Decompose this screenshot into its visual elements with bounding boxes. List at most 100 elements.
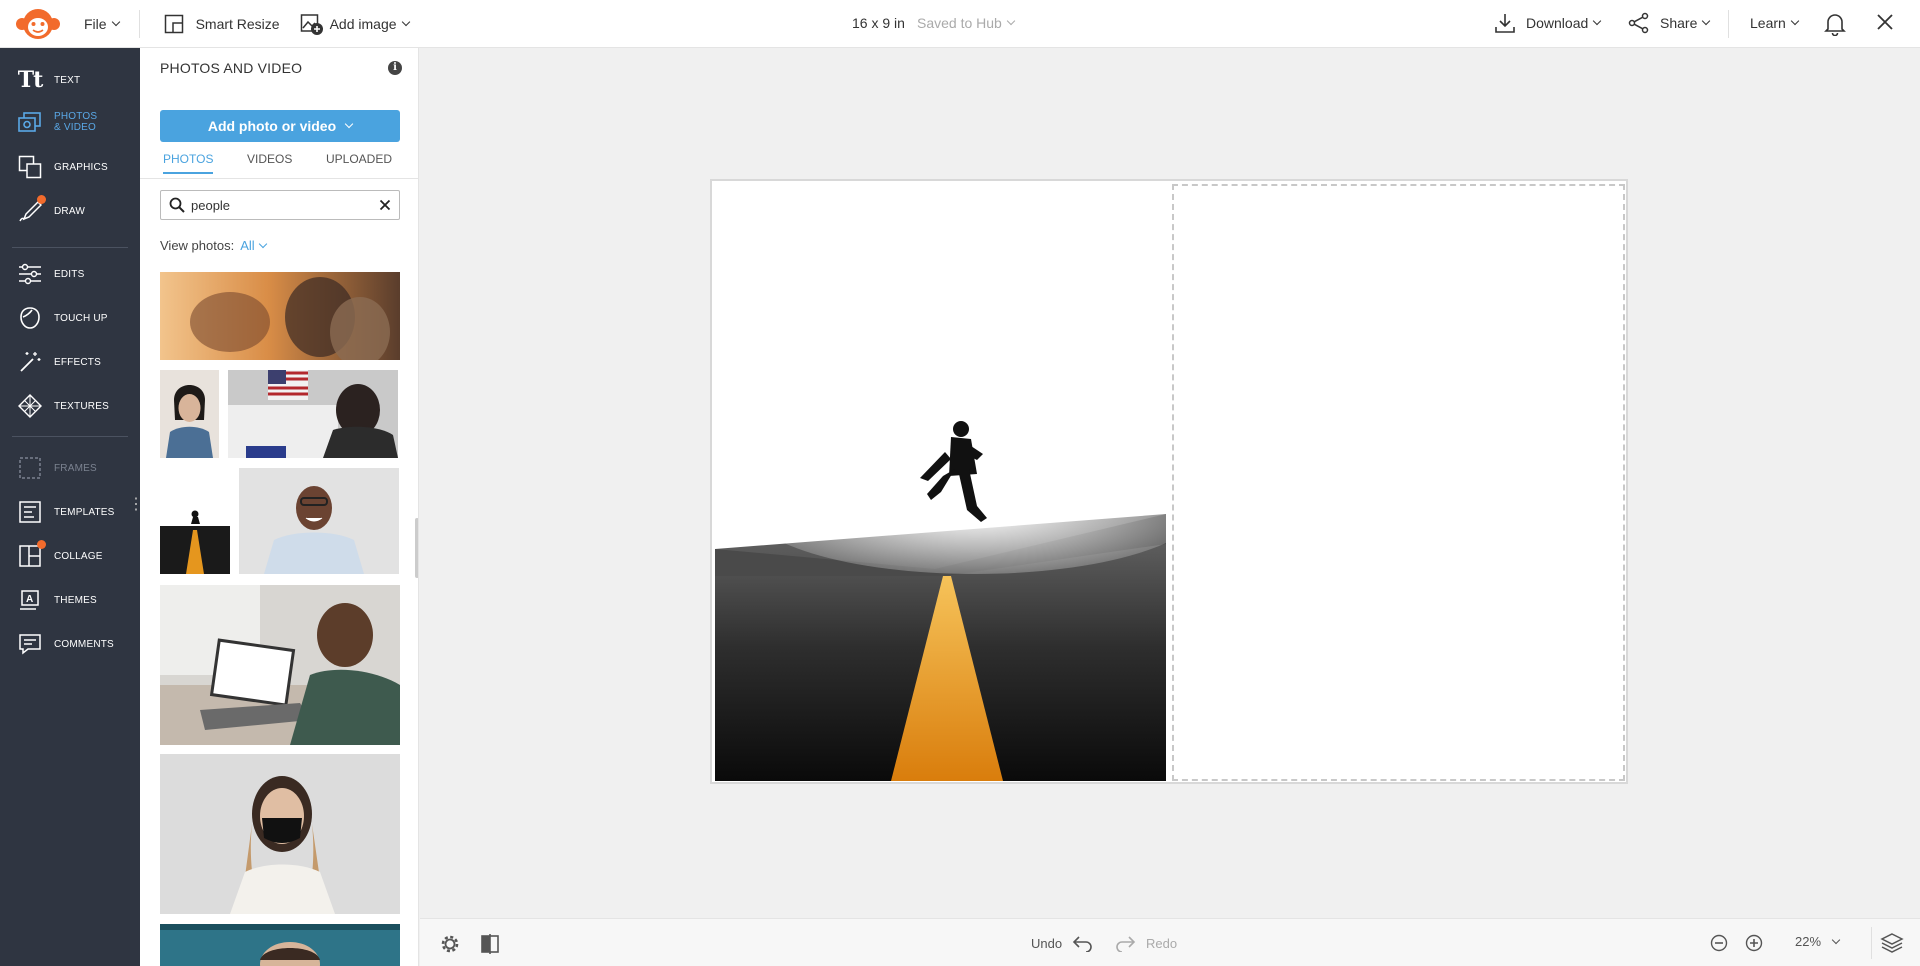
photo-thumbnail[interactable] xyxy=(160,468,230,574)
nav-item-draw[interactable]: DRAW xyxy=(0,191,140,231)
undo-label: Undo xyxy=(1031,935,1063,951)
nav-item-textures[interactable]: TEXTURES xyxy=(0,386,140,426)
compare-view-icon[interactable] xyxy=(480,933,500,955)
learn-menu[interactable]: Learn xyxy=(1750,15,1800,31)
more-options-icon[interactable]: ⋮ xyxy=(128,497,144,513)
zoom-in-icon[interactable] xyxy=(1745,934,1763,952)
nav-item-label: TOUCH UP xyxy=(54,312,108,324)
svg-text:A: A xyxy=(26,594,33,605)
document-size[interactable]: 16 x 9 in xyxy=(852,15,905,31)
settings-gear-icon[interactable] xyxy=(439,933,461,955)
add-photo-or-video-label: Add photo or video xyxy=(207,118,337,134)
nav-divider xyxy=(12,247,128,248)
panel-scrollbar[interactable] xyxy=(415,518,418,578)
search-input[interactable] xyxy=(191,197,361,213)
empty-collage-cell[interactable] xyxy=(1172,184,1625,781)
nav-item-edits[interactable]: EDITS xyxy=(0,254,140,294)
edits-sliders-icon xyxy=(16,260,44,288)
info-icon[interactable]: i xyxy=(388,61,402,75)
smart-resize-icon xyxy=(164,14,184,34)
download-menu[interactable]: Download xyxy=(1494,12,1602,34)
layers-icon[interactable] xyxy=(1880,932,1904,954)
tab-uploaded[interactable]: UPLOADED xyxy=(326,152,392,172)
add-photo-or-video-button[interactable]: Add photo or video xyxy=(160,110,400,142)
comments-icon xyxy=(16,630,44,658)
add-image-label: Add image xyxy=(329,15,397,32)
chevron-down-icon xyxy=(258,239,267,248)
nav-item-graphics[interactable]: GRAPHICS xyxy=(0,147,140,187)
nav-item-label: TEMPLATES xyxy=(54,506,115,518)
textures-icon xyxy=(16,392,44,420)
nav-item-comments[interactable]: COMMENTS xyxy=(0,624,140,664)
nav-item-label: TEXTURES xyxy=(54,400,109,412)
photo-thumbnail[interactable] xyxy=(160,754,400,914)
notifications-bell-icon[interactable] xyxy=(1824,12,1846,36)
nav-item-label: FRAMES xyxy=(54,462,97,474)
tabs-divider xyxy=(140,178,418,179)
add-image-icon xyxy=(300,12,324,36)
zoom-level-value: 22% xyxy=(1795,934,1822,949)
share-label: Share xyxy=(1660,15,1698,31)
nav-item-label: GRAPHICS xyxy=(54,161,108,173)
photos-video-panel: PHOTOS AND VIDEO i Add photo or video PH… xyxy=(140,48,419,966)
close-icon[interactable] xyxy=(1876,13,1894,31)
text-tool-icon: Tt xyxy=(17,67,44,93)
share-menu[interactable]: Share xyxy=(1628,12,1711,34)
chevron-down-icon xyxy=(1006,16,1016,26)
smart-resize-label: Smart Resize xyxy=(195,15,280,32)
undo-button[interactable]: Undo xyxy=(1031,934,1094,952)
chevron-down-icon xyxy=(401,17,410,26)
clear-search-icon[interactable] xyxy=(379,199,391,211)
photo-thumbnail[interactable] xyxy=(160,370,219,458)
top-toolbar: File Smart Resize Add image 16 x 9 in Sa… xyxy=(0,0,1920,48)
chevron-down-icon xyxy=(1593,16,1602,26)
effects-wand-icon xyxy=(16,348,44,376)
themes-icon: A xyxy=(16,586,44,614)
photo-thumbnail[interactable] xyxy=(228,370,398,458)
zoom-out-icon[interactable] xyxy=(1710,934,1728,952)
nav-item-label: COLLAGE xyxy=(54,550,103,562)
panel-title: PHOTOS AND VIDEO xyxy=(160,60,303,76)
artboard[interactable] xyxy=(710,179,1628,784)
nav-item-themes[interactable]: A THEMES xyxy=(0,580,140,620)
smart-resize-button[interactable]: Smart Resize xyxy=(164,14,280,34)
touch-up-face-icon xyxy=(16,304,44,332)
chevron-down-icon xyxy=(111,17,120,26)
view-photos-dropdown[interactable]: All xyxy=(240,238,267,253)
notification-dot xyxy=(37,195,46,204)
canvas-workspace xyxy=(420,48,1920,918)
left-navigation: Tt TEXT PHOTOS & VIDEO GRAPHICS DRAW EDI… xyxy=(0,48,144,966)
tab-videos[interactable]: VIDEOS xyxy=(247,152,292,172)
nav-item-collage[interactable]: COLLAGE xyxy=(0,536,140,576)
nav-item-templates[interactable]: TEMPLATES ⋮ xyxy=(0,492,144,532)
download-icon xyxy=(1494,12,1516,34)
canvas-photo-left[interactable] xyxy=(715,184,1166,781)
nav-item-frames[interactable]: FRAMES xyxy=(0,448,140,488)
photo-search-box xyxy=(160,190,400,220)
redo-button[interactable]: Redo xyxy=(1114,934,1177,952)
download-label: Download xyxy=(1526,15,1589,31)
photo-thumbnail[interactable] xyxy=(160,272,400,360)
photo-thumbnail[interactable] xyxy=(160,585,400,745)
bottom-toolbar: Undo Redo 22% xyxy=(420,918,1920,966)
chevron-down-icon xyxy=(1831,935,1841,944)
nav-item-touch-up[interactable]: TOUCH UP xyxy=(0,298,140,338)
toolbar-divider xyxy=(1728,10,1729,38)
view-photos-filter: View photos: All xyxy=(160,238,267,253)
share-icon xyxy=(1628,12,1650,34)
media-tabs: PHOTOS VIDEOS UPLOADED xyxy=(160,152,400,178)
zoom-level-dropdown[interactable]: 22% xyxy=(1795,934,1841,949)
save-status-menu[interactable]: Saved to Hub xyxy=(917,15,1016,31)
photo-thumbnail[interactable] xyxy=(239,468,399,574)
tab-photos[interactable]: PHOTOS xyxy=(163,152,214,174)
collage-icon xyxy=(16,540,46,570)
nav-item-photos-video[interactable]: PHOTOS & VIDEO xyxy=(0,102,140,142)
nav-item-effects[interactable]: EFFECTS xyxy=(0,342,140,382)
picmonkey-logo-icon[interactable] xyxy=(14,0,62,48)
photo-thumbnail[interactable] xyxy=(160,924,400,966)
nav-item-label: EFFECTS xyxy=(54,356,101,368)
learn-label: Learn xyxy=(1750,15,1786,31)
add-image-button[interactable]: Add image xyxy=(300,12,410,36)
file-menu[interactable]: File xyxy=(84,16,120,32)
nav-item-text[interactable]: Tt TEXT xyxy=(0,60,140,100)
